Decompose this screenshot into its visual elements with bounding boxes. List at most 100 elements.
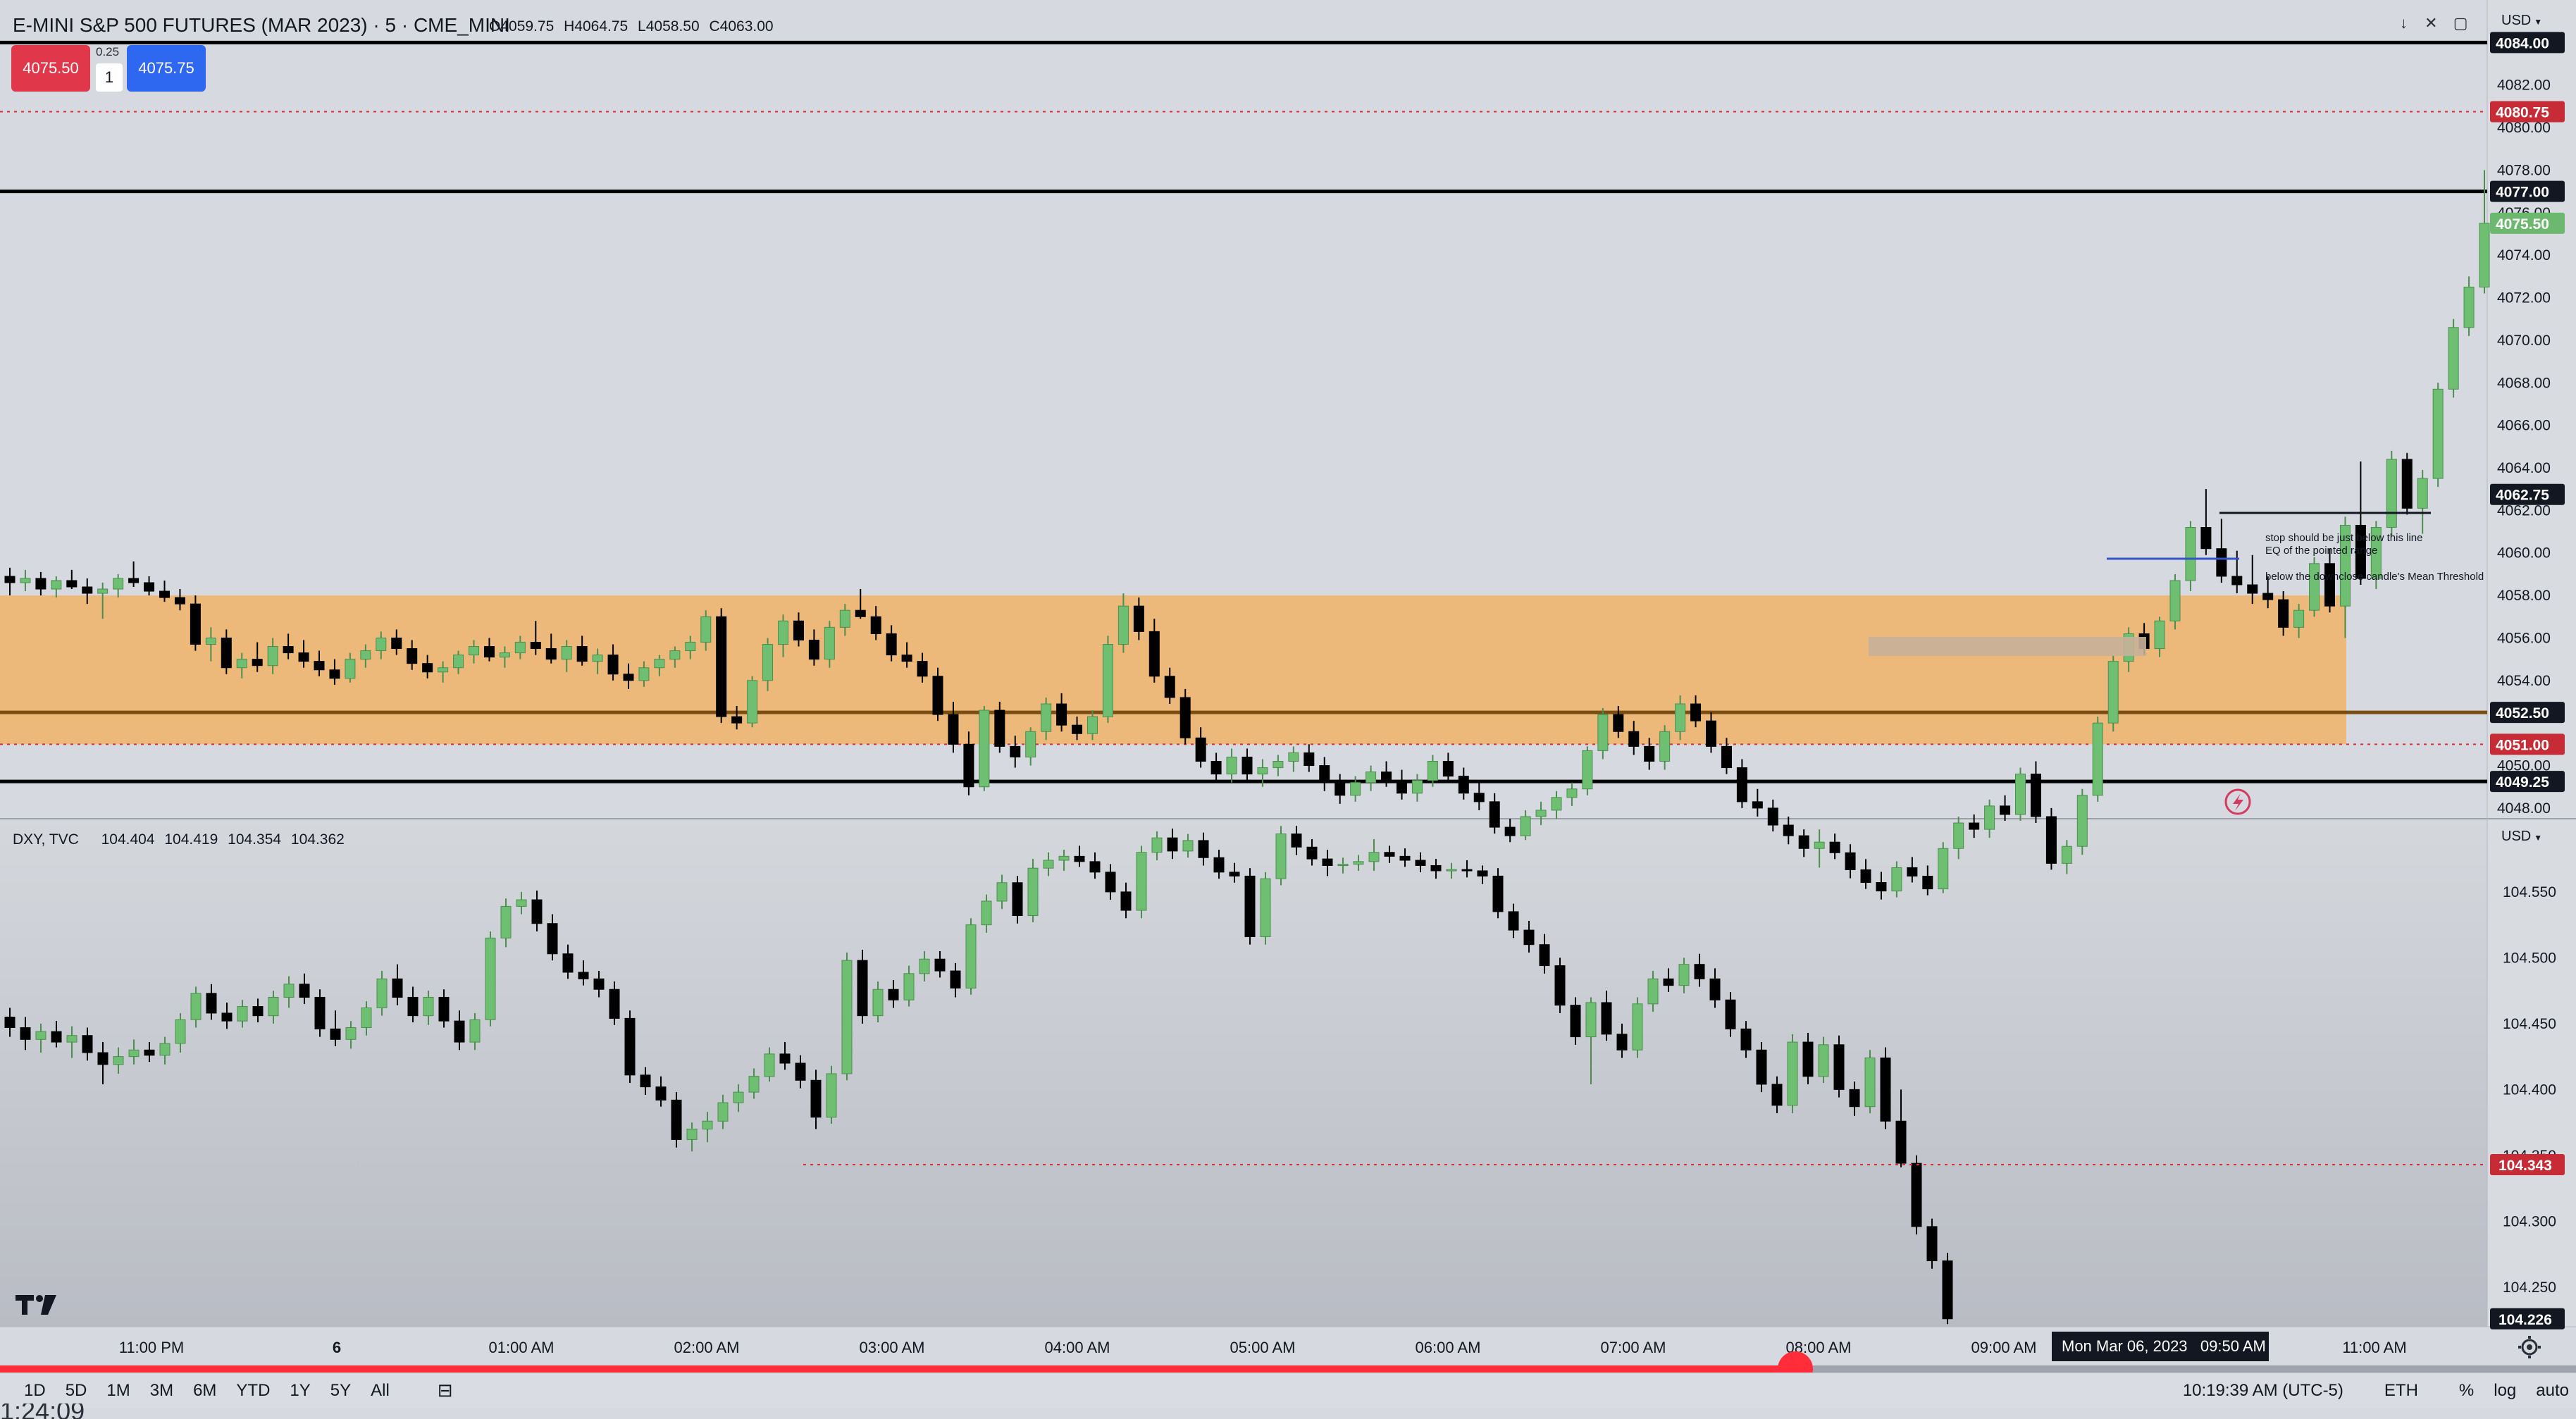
es-candle[interactable] bbox=[716, 608, 727, 724]
candle-body bbox=[1690, 703, 1702, 721]
candle-body bbox=[1725, 999, 1736, 1029]
timeframe-button[interactable]: 5D bbox=[66, 1381, 87, 1401]
candle-body bbox=[51, 1031, 62, 1043]
es-candle[interactable] bbox=[2432, 383, 2444, 488]
candle-body bbox=[1798, 835, 1809, 849]
candle-body bbox=[236, 659, 247, 669]
es-candle[interactable] bbox=[2169, 574, 2181, 630]
percent-toggle[interactable]: % bbox=[2459, 1381, 2474, 1401]
candle-body bbox=[1694, 964, 1705, 979]
close-icon[interactable]: ✕ bbox=[2425, 14, 2437, 32]
timeframe-button[interactable]: 5Y bbox=[330, 1381, 351, 1401]
price-tick-label: 4070.00 bbox=[2497, 333, 2551, 349]
candle-body bbox=[948, 714, 959, 745]
candle-body bbox=[516, 899, 527, 907]
es-candle[interactable] bbox=[747, 676, 758, 728]
dxy-candle[interactable] bbox=[671, 1092, 682, 1148]
es-candle[interactable] bbox=[1102, 636, 1113, 724]
timeframe-button[interactable]: 3M bbox=[150, 1381, 173, 1401]
price-label-text: 4051.00 bbox=[2496, 737, 2549, 753]
dxy-candle[interactable] bbox=[1787, 1034, 1798, 1114]
dxy-candle[interactable] bbox=[624, 1010, 636, 1084]
es-candle[interactable] bbox=[2309, 557, 2320, 617]
chart-title[interactable]: E-MINI S&P 500 FUTURES (MAR 2023) · 5 · … bbox=[13, 14, 510, 37]
dxy-candle[interactable] bbox=[1942, 1253, 1953, 1325]
candle-body bbox=[1489, 801, 1500, 828]
clock-readout[interactable]: 10:19:39 AM (UTC-5) bbox=[2183, 1381, 2343, 1401]
calendar-range-icon[interactable]: ⊟ bbox=[438, 1380, 453, 1401]
mean-threshold-box[interactable] bbox=[1869, 637, 2146, 656]
price-tick-label: 4080.00 bbox=[2497, 120, 2551, 136]
candle-body bbox=[2076, 795, 2088, 847]
dxy-candle[interactable] bbox=[1880, 1047, 1891, 1129]
candle-body bbox=[1520, 816, 1531, 836]
es-candle[interactable] bbox=[1179, 688, 1191, 745]
chevron-down-icon: ▼ bbox=[2534, 17, 2543, 27]
arrow-down-icon[interactable]: ↓ bbox=[2400, 14, 2408, 32]
es-candle[interactable] bbox=[2448, 318, 2459, 398]
dxy-candle[interactable] bbox=[1833, 1035, 1845, 1098]
timeframe-button[interactable]: 1D bbox=[24, 1381, 46, 1401]
candle-body bbox=[545, 648, 557, 660]
timeframe-button[interactable]: 1Y bbox=[290, 1381, 310, 1401]
es-candle[interactable] bbox=[2107, 655, 2119, 732]
candle-body bbox=[762, 644, 774, 681]
es-candle[interactable] bbox=[2185, 521, 2196, 592]
es-candle[interactable] bbox=[979, 706, 990, 791]
chart-canvas[interactable]: stop should be just below this line EQ o… bbox=[0, 0, 2576, 1419]
dxy-candle[interactable] bbox=[841, 952, 853, 1081]
dxy-candle[interactable] bbox=[1864, 1050, 1876, 1114]
candle-body bbox=[1461, 869, 1473, 872]
candle-body bbox=[1430, 865, 1442, 872]
quantity-input[interactable]: 1 bbox=[96, 63, 123, 92]
timeframe-button[interactable]: 1M bbox=[106, 1381, 130, 1401]
candle-body bbox=[1087, 716, 1098, 734]
es-candle[interactable] bbox=[2386, 450, 2397, 536]
buy-button[interactable]: 4075.75 bbox=[127, 45, 206, 92]
candle-body bbox=[1678, 964, 1690, 986]
candle-body bbox=[35, 578, 47, 590]
es-candle[interactable] bbox=[2015, 767, 2026, 822]
timeframe-button[interactable]: All bbox=[371, 1381, 390, 1401]
candle-body bbox=[1275, 834, 1287, 879]
currency-selector-bottom[interactable]: USD ▼ bbox=[2501, 829, 2542, 845]
price-tick-label: 4068.00 bbox=[2497, 375, 2551, 391]
dxy-candle[interactable] bbox=[1136, 845, 1147, 919]
dxy-candle[interactable] bbox=[1632, 997, 1643, 1058]
candle-body bbox=[128, 1049, 140, 1058]
video-elapsed-time: 1:24:09 bbox=[0, 1403, 85, 1419]
maximize-icon[interactable]: ▢ bbox=[2453, 14, 2468, 32]
currency-selector-top[interactable]: USD ▼ bbox=[2501, 13, 2542, 29]
es-candle[interactable] bbox=[190, 595, 201, 651]
es-candle[interactable] bbox=[2045, 807, 2057, 870]
candle-body bbox=[747, 680, 758, 724]
session-toggle[interactable]: ETH bbox=[2384, 1381, 2418, 1401]
dxy-candle[interactable] bbox=[1027, 859, 1039, 922]
dxy-candle[interactable] bbox=[1260, 872, 1271, 945]
es-candle[interactable] bbox=[1938, 842, 1949, 893]
time-tick-label: 05:00 AM bbox=[1230, 1339, 1296, 1356]
timeframe-button[interactable]: 6M bbox=[193, 1381, 216, 1401]
price-tick-label: 4064.00 bbox=[2497, 460, 2551, 476]
log-toggle[interactable]: log bbox=[2494, 1381, 2516, 1401]
sell-button[interactable]: 4075.50 bbox=[11, 45, 90, 92]
es-candle[interactable] bbox=[2401, 452, 2413, 515]
es-candle[interactable] bbox=[2092, 717, 2103, 802]
dxy-candle[interactable] bbox=[1275, 826, 1287, 886]
es-candle[interactable] bbox=[2076, 788, 2088, 855]
auto-toggle[interactable]: auto bbox=[2536, 1381, 2569, 1401]
lower-symbol[interactable]: DXY, TVC bbox=[13, 831, 79, 848]
candle-body bbox=[671, 1099, 682, 1140]
settings-gear-icon[interactable] bbox=[2518, 1336, 2541, 1358]
chevron-down-icon: ▼ bbox=[2534, 833, 2543, 843]
dxy-candle[interactable] bbox=[1911, 1155, 1922, 1235]
candle-body bbox=[592, 655, 603, 662]
dxy-candle[interactable] bbox=[1554, 958, 1566, 1013]
dxy-candle[interactable] bbox=[965, 918, 977, 995]
timeframe-button[interactable]: YTD bbox=[236, 1381, 270, 1401]
es-candle[interactable] bbox=[1582, 746, 1593, 795]
dxy-candle[interactable] bbox=[826, 1065, 837, 1124]
dxy-candle[interactable] bbox=[485, 931, 496, 1027]
dxy-candle[interactable] bbox=[1244, 868, 1256, 945]
dxy-candle[interactable] bbox=[857, 950, 868, 1024]
